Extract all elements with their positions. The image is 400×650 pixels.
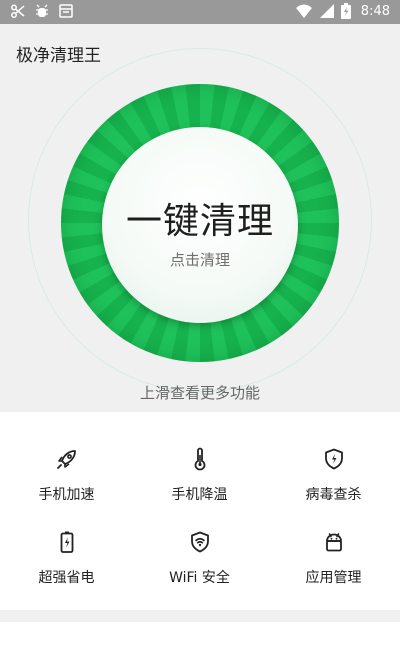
battery-icon: [60, 531, 73, 553]
feature-label: WiFi 安全: [169, 570, 230, 586]
wifi-shield-icon: [190, 531, 209, 553]
swipe-up-hint: 上滑查看更多功能: [139, 384, 260, 402]
clean-button-subtitle: 点击清理: [169, 251, 230, 269]
clock: 8:48: [360, 3, 390, 19]
feature-grid: 手机加速 手机降温 病毒查杀 超强省电 WiFi 安全 应用管理: [0, 412, 400, 610]
app-title: 极净清理王: [16, 46, 101, 66]
inbox-icon: [59, 4, 73, 18]
shield-bolt-icon: [324, 448, 343, 470]
feature-label: 应用管理: [305, 570, 362, 586]
feature-label: 手机加速: [38, 487, 95, 503]
feature-virus-scan[interactable]: 病毒查杀: [267, 447, 400, 527]
scissors-icon: [11, 4, 25, 18]
bug-icon: [36, 4, 48, 17]
feature-label: 手机降温: [171, 487, 228, 503]
status-notifications: [10, 3, 74, 19]
feature-phone-cooling[interactable]: 手机降温: [133, 447, 266, 527]
status-indicators: 8:48: [295, 3, 390, 19]
bottom-card: [0, 622, 400, 650]
status-bar: 8:48: [0, 0, 400, 24]
battery-status-icon: [340, 3, 351, 19]
feature-label: 病毒查杀: [305, 487, 362, 503]
clean-button-title: 一键清理: [125, 201, 274, 242]
feature-label: 超强省电: [38, 570, 95, 586]
rocket-icon: [56, 450, 76, 469]
cell-signal-icon: [319, 4, 334, 18]
feature-wifi-security[interactable]: WiFi 安全: [133, 530, 266, 610]
feature-app-management[interactable]: 应用管理: [267, 530, 400, 610]
android-icon: [325, 533, 342, 552]
one-click-clean-button[interactable]: 一键清理 点击清理: [102, 127, 298, 323]
thermometer-icon: [194, 447, 205, 471]
feature-phone-boost[interactable]: 手机加速: [0, 447, 133, 527]
feature-power-saving[interactable]: 超强省电: [0, 530, 133, 610]
wifi-signal-icon: [295, 4, 312, 18]
